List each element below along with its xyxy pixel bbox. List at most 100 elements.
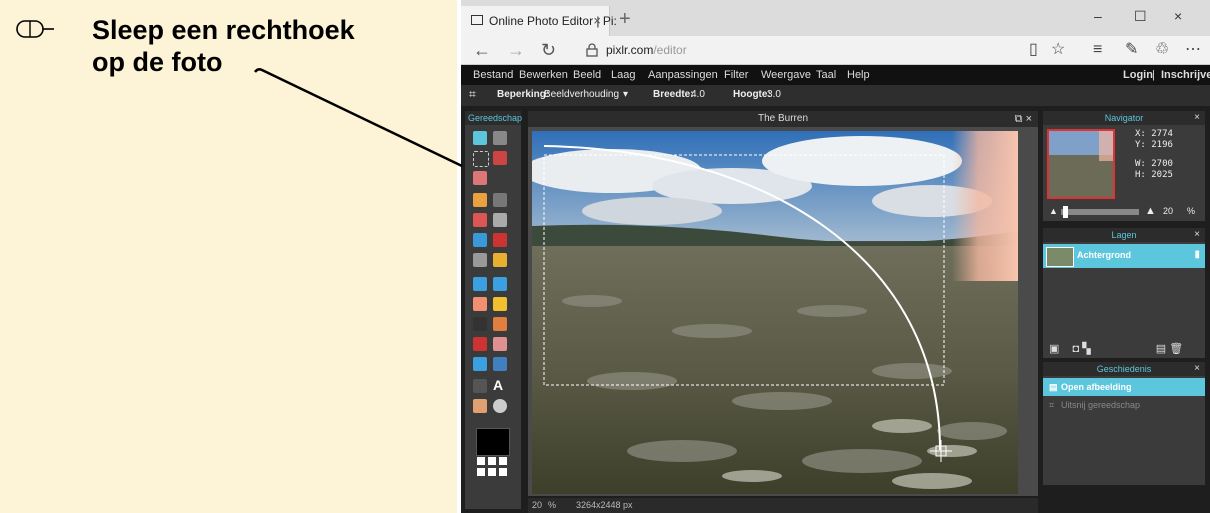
marquee-tool-icon[interactable] — [473, 151, 489, 167]
status-zoom[interactable]: 20 — [532, 500, 542, 510]
tools-panel: Gereedschap A — [465, 111, 522, 509]
document-window-controls[interactable]: ⧉ × — [1015, 111, 1032, 127]
dodge-tool-icon[interactable] — [493, 317, 507, 331]
crop-icon: ⌗ — [1049, 400, 1055, 410]
close-window-icon[interactable]: × — [1174, 8, 1182, 24]
drawing-tool-icon[interactable] — [493, 253, 507, 267]
move-tool-icon[interactable] — [493, 131, 507, 145]
instruction-line-1: Sleep een rechthoek — [92, 15, 355, 45]
bucket-tool-icon[interactable] — [493, 213, 507, 227]
height-input[interactable]: 3.0 — [767, 89, 781, 100]
history-item[interactable]: ⌗ Uitsnij gereedschap — [1043, 396, 1205, 414]
zoom-slider[interactable] — [1061, 206, 1139, 218]
zoom-value[interactable]: 20 — [1163, 206, 1173, 216]
layer-mask-icon[interactable]: ◘ — [1072, 343, 1079, 355]
refresh-icon[interactable]: ↻ — [541, 39, 556, 61]
browser-window: Online Photo Editor | Pi: × + – ☐ × ← → … — [461, 0, 1210, 513]
crop-tool-icon[interactable] — [473, 131, 487, 145]
more-icon[interactable]: ⋯ — [1185, 39, 1201, 61]
zoom-slider-handle[interactable] — [1063, 206, 1068, 218]
picker-tool-icon[interactable] — [473, 379, 487, 393]
spot-heal-icon[interactable] — [493, 337, 507, 351]
menu-bewerken[interactable]: Bewerken — [519, 69, 568, 81]
login-link[interactable]: Login — [1123, 69, 1153, 81]
stamp-tool-icon[interactable] — [493, 233, 507, 247]
layer-settings-icon[interactable]: ▣ — [1049, 343, 1059, 355]
menu-aanpassingen[interactable]: Aanpassingen — [648, 69, 718, 81]
close-icon[interactable]: × — [1194, 111, 1200, 125]
instruction-panel: Sleep een rechthoek op de foto — [0, 0, 457, 513]
blur-tool-icon[interactable] — [473, 277, 487, 291]
red-eye-tool-icon[interactable] — [473, 337, 487, 351]
sponge-tool-icon[interactable] — [493, 297, 507, 311]
sharpen-tool-icon[interactable] — [493, 277, 507, 291]
layer-name: Achtergrond — [1077, 250, 1131, 260]
reading-view-icon[interactable]: ▯ — [1029, 39, 1038, 61]
y-value: 2196 — [1151, 140, 1173, 150]
zoom-out-icon[interactable]: ▲ — [1049, 206, 1058, 216]
brush-tool-icon[interactable] — [493, 193, 507, 207]
menu-laag[interactable]: Laag — [611, 69, 635, 81]
menu-weergave[interactable]: Weergave — [761, 69, 811, 81]
menu-bestand[interactable]: Bestand — [473, 69, 513, 81]
share-icon[interactable]: ♲ — [1155, 39, 1169, 61]
gradient-tool-icon[interactable] — [473, 233, 487, 247]
trash-icon[interactable]: 🗑 — [1169, 343, 1183, 355]
hub-icon[interactable]: ≡ — [1093, 39, 1102, 61]
minimize-icon[interactable]: – — [1094, 8, 1102, 24]
new-layer-icon[interactable]: ▤ — [1156, 343, 1166, 355]
foreground-color-swatch[interactable] — [476, 428, 510, 456]
chevron-down-icon[interactable]: ▾ — [623, 89, 628, 100]
constraint-select[interactable]: Beeldverhouding — [544, 89, 619, 100]
constraint-label: Beperking: — [497, 89, 550, 100]
login-separator: | — [1152, 69, 1155, 81]
layer-thumbnail — [1046, 247, 1074, 267]
favorite-star-icon[interactable]: ☆ — [1051, 39, 1065, 61]
new-tab-icon[interactable]: + — [619, 8, 631, 31]
pencil-tool-icon[interactable] — [473, 193, 487, 207]
maximize-icon[interactable]: ☐ — [1134, 8, 1147, 25]
tab-close-icon[interactable]: × — [593, 6, 601, 36]
menu-filter[interactable]: Filter — [724, 69, 748, 81]
forward-icon[interactable]: → — [507, 39, 525, 61]
pinch-tool-icon[interactable] — [493, 357, 507, 371]
w-label: W: — [1135, 159, 1146, 169]
smudge-tool-icon[interactable] — [473, 297, 487, 311]
back-icon[interactable]: ← — [473, 39, 491, 61]
width-label: Breedte: — [653, 89, 694, 100]
menu-beeld[interactable]: Beeld — [573, 69, 601, 81]
wand-tool-icon[interactable] — [473, 171, 487, 185]
close-icon[interactable]: × — [1194, 362, 1200, 376]
text-tool-icon[interactable]: A — [493, 377, 507, 393]
grid-icon[interactable] — [477, 457, 507, 477]
zoom-in-icon[interactable]: ▲ — [1145, 205, 1156, 217]
menu-taal[interactable]: Taal — [816, 69, 836, 81]
photo-canvas[interactable] — [532, 131, 1018, 494]
lock-icon[interactable]: ▮ — [1194, 249, 1200, 260]
instruction-line-2: op de foto — [92, 47, 223, 77]
status-bar: 20 % 3264x2448 px — [528, 498, 1038, 513]
hand-tool-icon[interactable] — [473, 399, 487, 413]
close-icon[interactable]: × — [1194, 228, 1200, 242]
navigator-thumbnail[interactable] — [1047, 129, 1115, 199]
menu-help[interactable]: Help — [847, 69, 870, 81]
width-input[interactable]: 4.0 — [691, 89, 705, 100]
lasso-tool-icon[interactable] — [493, 151, 507, 165]
history-item[interactable]: ▤ Open afbeelding — [1043, 378, 1205, 396]
bloat-tool-icon[interactable] — [473, 357, 487, 371]
browser-tab[interactable]: Online Photo Editor | Pi: × — [461, 6, 617, 36]
url-field[interactable]: pixlr.com/editor — [606, 43, 687, 57]
tool-options-bar: ⌗ Beperking: Beeldverhouding ▾ Breedte: … — [461, 85, 1210, 106]
history-item-label: Open afbeelding — [1061, 382, 1132, 392]
instruction-text: Sleep een rechthoek op de foto — [92, 14, 355, 78]
eraser-tool-icon[interactable] — [473, 213, 487, 227]
zoom-tool-icon[interactable] — [493, 399, 507, 413]
notes-icon[interactable]: ✎ — [1125, 39, 1138, 61]
layer-style-icon[interactable]: ▚ — [1082, 343, 1090, 355]
signup-link[interactable]: Inschrijven — [1161, 69, 1210, 81]
layer-row[interactable]: Achtergrond ▮ — [1043, 244, 1205, 268]
color-replace-icon[interactable] — [473, 253, 487, 267]
status-zoom-unit: % — [548, 500, 557, 510]
burn-tool-icon[interactable] — [473, 317, 487, 331]
y-label: Y: — [1135, 140, 1146, 150]
